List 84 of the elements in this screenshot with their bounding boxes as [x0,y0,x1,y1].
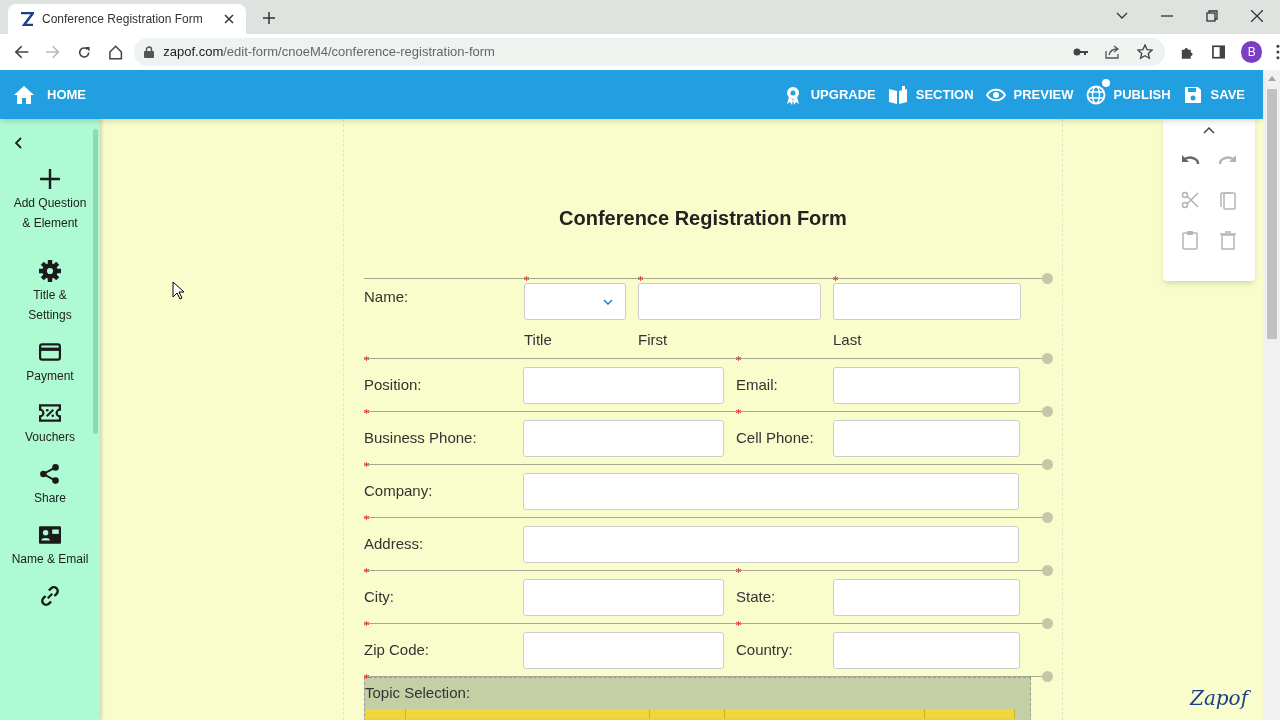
input-field[interactable] [523,631,724,669]
sidebar-item[interactable]: Vouchers [24,402,75,447]
credit-card-icon [39,341,61,363]
drag-handle[interactable] [1042,512,1053,523]
input-field[interactable] [833,283,1021,320]
drag-handle[interactable] [1042,459,1053,470]
drag-handle[interactable] [1042,671,1053,682]
field-label: City: [364,586,395,607]
field-label: Country: [736,639,794,660]
new-tab-icon[interactable] [263,12,275,24]
share-icon[interactable] [1105,45,1122,59]
close-icon[interactable] [224,14,234,24]
input-field[interactable] [833,578,1020,616]
profile-avatar[interactable]: B [1241,41,1263,63]
input-field[interactable] [523,578,724,616]
reload-icon[interactable] [76,44,91,60]
drag-handle[interactable] [1042,353,1053,364]
field-label: Address: [364,533,425,554]
input-field[interactable] [833,419,1020,457]
sidebar-item[interactable]: Add Question & Element [13,168,87,233]
input-field[interactable] [833,631,1020,669]
home-icon [13,84,35,105]
field-label: Business Phone: [364,427,478,448]
sidebar-item[interactable]: Payment [26,341,74,386]
dropdown[interactable] [524,283,626,320]
collapse-icon[interactable] [14,137,22,149]
plus-icon [39,168,61,190]
input-field[interactable] [523,419,724,457]
star-icon[interactable] [1137,44,1154,60]
close-icon[interactable] [1251,10,1263,22]
settings-icon [39,260,61,282]
field-label: Zip Code: [364,639,431,660]
tab-title: Conference Registration Form [42,11,204,28]
scroll-up-icon[interactable] [1267,76,1276,81]
share-icon [39,463,61,485]
input-field[interactable] [523,366,724,404]
field-label: State: [736,586,777,607]
scrollbar-thumb[interactable] [93,129,98,434]
globe-icon [1085,84,1106,105]
field-label: Name: [364,287,410,307]
input-field[interactable] [523,525,1019,563]
ticket-icon [39,402,61,424]
input-field[interactable] [638,283,821,320]
collapse-icon[interactable] [1203,126,1215,134]
home-icon[interactable] [107,44,124,60]
side-panel-icon[interactable] [1211,45,1226,59]
chevron-down-icon [603,298,613,305]
drag-handle[interactable] [1042,618,1053,629]
form-title: Conference Registration Form [558,206,848,231]
field-label: Company: [364,480,434,501]
restore-icon[interactable] [1206,10,1218,22]
back-icon[interactable] [14,45,30,59]
address-bar[interactable]: zapof.com/edit-form/cnoeM4/conference-registration-form [134,38,1166,66]
sidebar-item[interactable]: Title & Settings [28,260,72,325]
url-text: zapof.com/edit-form/cnoeM4/conference-registration-form [163,43,495,62]
logo-icon [20,12,34,26]
chevron-down-icon[interactable] [1116,12,1128,20]
field-label: Last [833,330,863,350]
menu-icon[interactable] [1276,44,1280,60]
browser-tab[interactable]: Conference Registration Form [8,4,246,34]
field-label: First [638,330,669,350]
save-icon [1182,84,1203,105]
field-label: Position: [364,374,423,395]
logo: Zapof [1190,685,1249,712]
link-icon [39,585,61,607]
mouse-pointer-icon [172,281,185,300]
minimize-icon[interactable] [1161,15,1173,17]
drag-handle[interactable] [1042,406,1053,417]
input-field[interactable] [833,366,1020,404]
input-field[interactable] [523,472,1019,510]
field-label: Title [524,330,553,350]
field-label: Cell Phone: [736,427,815,448]
contact-card-icon [39,524,61,546]
sidebar-item[interactable]: Share [34,463,66,508]
drag-handle[interactable] [1042,565,1053,576]
sidebar-item[interactable]: Name & Email [11,524,89,569]
scrollbar-thumb[interactable] [1266,89,1277,339]
field-label: Email: [736,374,779,395]
table-question[interactable]: Topic Selection: [364,677,1031,720]
book-icon [887,84,908,105]
key-icon[interactable] [1073,47,1090,57]
lock-icon [144,46,155,58]
field-label: Topic Selection: [365,683,472,703]
drag-handle[interactable] [1042,273,1053,284]
